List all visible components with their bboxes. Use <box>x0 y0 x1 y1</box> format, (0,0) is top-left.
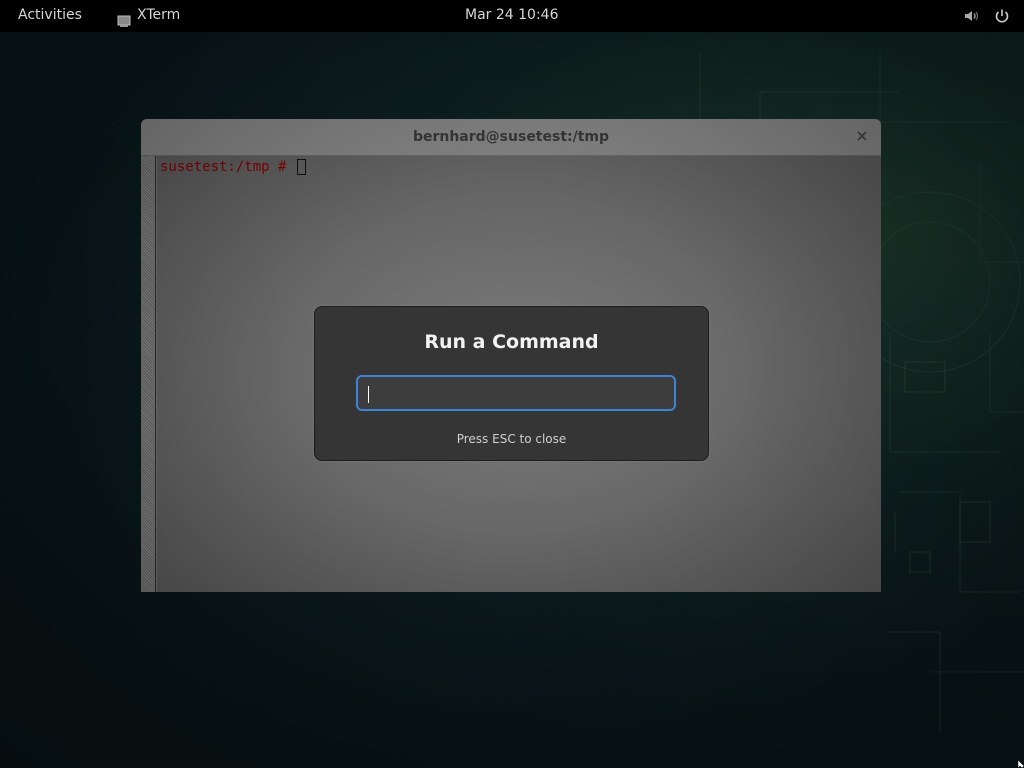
shell-prompt: susetest:/tmp # <box>160 159 306 175</box>
dialog-hint: Press ESC to close <box>456 432 567 446</box>
terminal-cursor <box>296 159 306 175</box>
terminal-scrollbar[interactable] <box>141 156 156 592</box>
run-command-dialog: Run a Command Press ESC to close <box>314 306 709 461</box>
mouse-pointer-icon <box>1018 760 1024 768</box>
terminal-icon <box>117 9 131 27</box>
close-icon[interactable] <box>854 128 870 144</box>
activities-button[interactable]: Activities <box>18 0 82 31</box>
top-bar: Activities XTerm Mar 24 10:46 <box>0 0 1024 32</box>
text-caret <box>368 386 369 403</box>
power-icon[interactable] <box>994 8 1010 24</box>
dialog-title: Run a Command <box>424 331 599 353</box>
volume-icon[interactable] <box>964 9 980 23</box>
prompt-text: susetest:/tmp # <box>160 159 295 175</box>
app-menu[interactable]: XTerm <box>117 0 180 31</box>
clock[interactable]: Mar 24 10:46 <box>465 0 558 31</box>
app-menu-label: XTerm <box>137 7 181 23</box>
system-tray[interactable] <box>964 0 1010 32</box>
window-titlebar[interactable]: bernhard@susetest:/tmp <box>141 119 881 156</box>
window-title: bernhard@susetest:/tmp <box>412 129 610 145</box>
command-input[interactable] <box>356 375 676 411</box>
